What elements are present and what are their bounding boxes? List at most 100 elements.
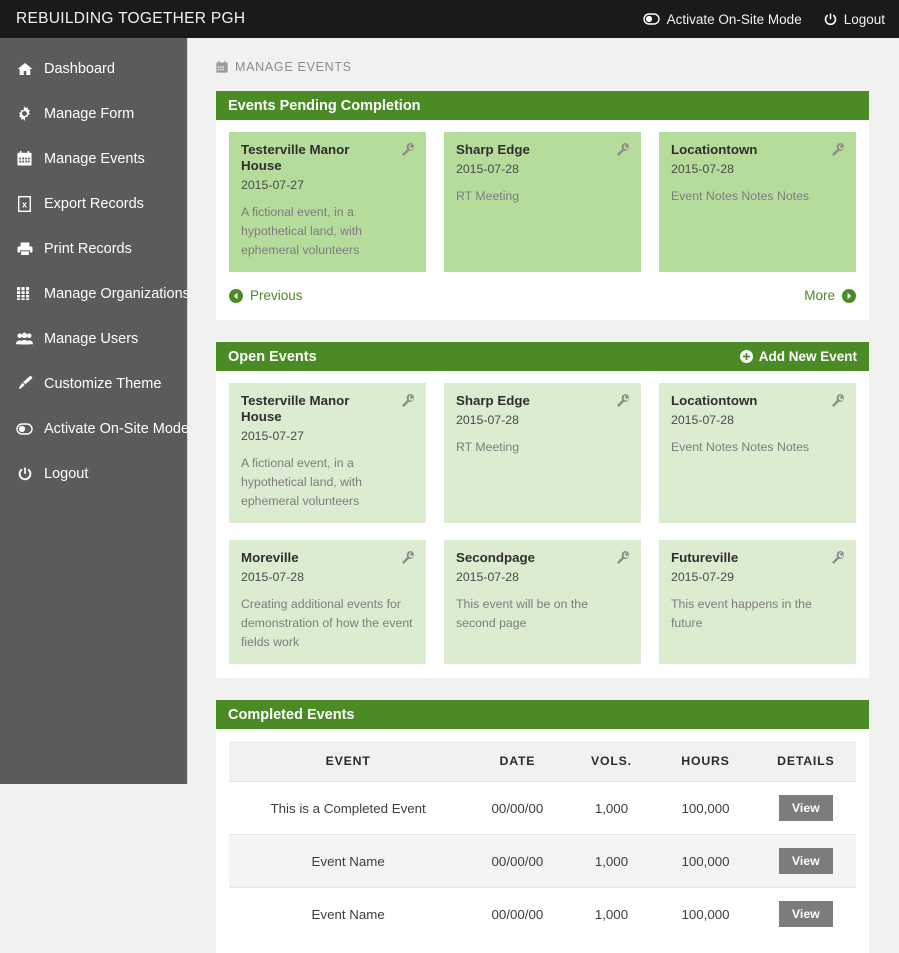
paintbrush-icon — [16, 376, 33, 391]
main-content: MANAGE EVENTS Events Pending Completion … — [189, 38, 899, 953]
wrench-icon[interactable] — [617, 394, 630, 408]
event-card-date: 2015-07-28 — [456, 413, 519, 427]
event-card-notes: This event happens in the future — [671, 597, 812, 631]
cell-vols: 1,000 — [567, 887, 656, 941]
event-card[interactable]: Moreville 2015-07-28 Creating additional… — [229, 540, 426, 665]
event-card[interactable]: Testerville Manor House 2015-07-27 A fic… — [229, 132, 426, 273]
view-button[interactable]: View — [778, 795, 833, 822]
sidebar-item-print-records[interactable]: Print Records — [0, 226, 187, 271]
sidebar-label-logout: Logout — [44, 465, 89, 482]
sidebar-item-manage-events[interactable]: Manage Events — [0, 136, 187, 181]
panel-header-pending: Events Pending Completion — [216, 91, 869, 120]
sidebar-item-customize-theme[interactable]: Customize Theme — [0, 361, 187, 406]
topbar-logout[interactable]: Logout — [824, 12, 885, 27]
open-cards-body: Testerville Manor House 2015-07-27 A fic… — [216, 371, 869, 678]
add-new-event-button[interactable]: Add New Event — [739, 349, 857, 364]
power-icon — [824, 12, 837, 26]
completed-events-panel: Completed Events EVENT DATE VOLS. HOURS … — [216, 700, 869, 953]
power-icon — [16, 466, 33, 481]
event-card[interactable]: Sharp Edge 2015-07-28 RT Meeting — [444, 383, 641, 524]
cell-event: Event Name — [229, 834, 468, 888]
cell-date: 00/00/00 — [467, 834, 568, 888]
event-card[interactable]: Secondpage 2015-07-28 This event will be… — [444, 540, 641, 665]
column-header-date: DATE — [467, 741, 568, 782]
sidebar-label-manage-organizations: Manage Organizations — [44, 285, 190, 302]
table-row: This is a Completed Event 00/00/00 1,000… — [229, 781, 856, 835]
sidebar-label-dashboard: Dashboard — [44, 60, 115, 77]
events-pending-completion-panel: Events Pending Completion Testerville Ma… — [216, 91, 869, 321]
sidebar: Dashboard Manage Form Manage Events x Ex… — [0, 38, 190, 784]
wrench-icon[interactable] — [617, 143, 630, 156]
event-card-date: 2015-07-28 — [671, 413, 734, 427]
arrow-circle-right-icon — [842, 288, 856, 303]
table-row: Event Name 00/00/00 1,000 100,000 View — [229, 834, 856, 888]
panel-header-open: Open Events Add New Event — [216, 342, 869, 372]
more-link[interactable]: More — [804, 288, 856, 303]
topbar-logout-label: Logout — [843, 11, 885, 27]
breadcrumb-label: MANAGE EVENTS — [235, 60, 352, 74]
toggle-icon — [642, 13, 660, 25]
event-card[interactable]: Sharp Edge 2015-07-28 RT Meeting — [444, 132, 641, 273]
sidebar-label-manage-events: Manage Events — [44, 150, 145, 167]
breadcrumb: MANAGE EVENTS — [216, 60, 869, 74]
event-card-title: Locationtown — [671, 142, 758, 157]
event-card[interactable]: Testerville Manor House 2015-07-27 A fic… — [229, 383, 426, 524]
wrench-icon[interactable] — [402, 551, 415, 565]
cell-details: View — [755, 887, 856, 941]
topbar-activate-onsite-label: Activate On-Site Mode — [666, 11, 802, 27]
wrench-icon[interactable] — [402, 143, 415, 156]
event-card-notes: Creating additional events for demonstra… — [241, 597, 413, 650]
wrench-icon[interactable] — [832, 551, 845, 565]
grid-icon — [16, 287, 33, 300]
calendar-icon — [216, 61, 228, 73]
wrench-icon[interactable] — [832, 143, 845, 156]
pending-card-row: Testerville Manor House 2015-07-27 A fic… — [229, 132, 856, 273]
panel-title-pending: Events Pending Completion — [228, 97, 421, 114]
cell-hours: 100,000 — [655, 887, 756, 941]
event-card-notes: RT Meeting — [456, 188, 520, 203]
svg-text:x: x — [22, 199, 27, 209]
completed-events-table: EVENT DATE VOLS. HOURS DETAILS This is a… — [229, 741, 856, 941]
cell-event: Event Name — [229, 887, 468, 941]
wrench-icon[interactable] — [832, 394, 845, 408]
event-card-notes: Event Notes Notes Notes — [671, 188, 810, 203]
sidebar-item-manage-users[interactable]: Manage Users — [0, 316, 187, 361]
previous-link[interactable]: Previous — [229, 288, 303, 303]
column-header-details: DETAILS — [755, 741, 856, 782]
event-card[interactable]: Futureville 2015-07-29 This event happen… — [659, 540, 856, 665]
topbar-activate-onsite-mode[interactable]: Activate On-Site Mode — [642, 11, 802, 27]
toggle-icon — [16, 422, 33, 435]
sidebar-item-manage-organizations[interactable]: Manage Organizations — [0, 271, 190, 316]
event-card-title: Moreville — [241, 550, 299, 566]
wrench-icon[interactable] — [617, 551, 630, 565]
event-card-title: Sharp Edge — [456, 393, 530, 409]
panel-header-completed: Completed Events — [216, 700, 869, 730]
cell-details: View — [755, 781, 856, 835]
wrench-icon[interactable] — [402, 394, 415, 408]
cell-event: This is a Completed Event — [229, 781, 468, 835]
view-button[interactable]: View — [778, 901, 833, 928]
view-button[interactable]: View — [778, 848, 833, 875]
event-card-date: 2015-07-29 — [671, 570, 734, 585]
event-card-title: Secondpage — [456, 550, 536, 566]
sidebar-item-logout[interactable]: Logout — [0, 451, 187, 496]
cell-date: 00/00/00 — [467, 887, 568, 941]
event-card-notes: This event will be on the second page — [456, 597, 588, 631]
event-card-date: 2015-07-28 — [456, 161, 519, 176]
event-card-date: 2015-07-28 — [241, 570, 304, 585]
column-header-vols: VOLS. — [567, 741, 656, 782]
sidebar-label-customize-theme: Customize Theme — [44, 375, 162, 392]
event-card[interactable]: Locationtown 2015-07-28 Event Notes Note… — [659, 383, 856, 524]
sidebar-item-dashboard[interactable]: Dashboard — [0, 46, 187, 91]
event-card-title: Locationtown — [671, 393, 758, 409]
event-card-date: 2015-07-27 — [241, 177, 304, 192]
event-card[interactable]: Locationtown 2015-07-28 Event Notes Note… — [659, 132, 856, 273]
excel-file-icon: x — [16, 195, 33, 212]
plus-circle-icon — [739, 350, 753, 364]
table-head: EVENT DATE VOLS. HOURS DETAILS — [229, 741, 856, 782]
sidebar-item-export-records[interactable]: x Export Records — [0, 181, 187, 226]
top-bar: REBUILDING TOGETHER PGH Activate On-Site… — [0, 0, 899, 38]
sidebar-item-activate-onsite-mode[interactable]: Activate On-Site Mode — [0, 406, 189, 451]
event-card-date: 2015-07-27 — [241, 428, 304, 443]
sidebar-item-manage-form[interactable]: Manage Form — [0, 91, 187, 136]
